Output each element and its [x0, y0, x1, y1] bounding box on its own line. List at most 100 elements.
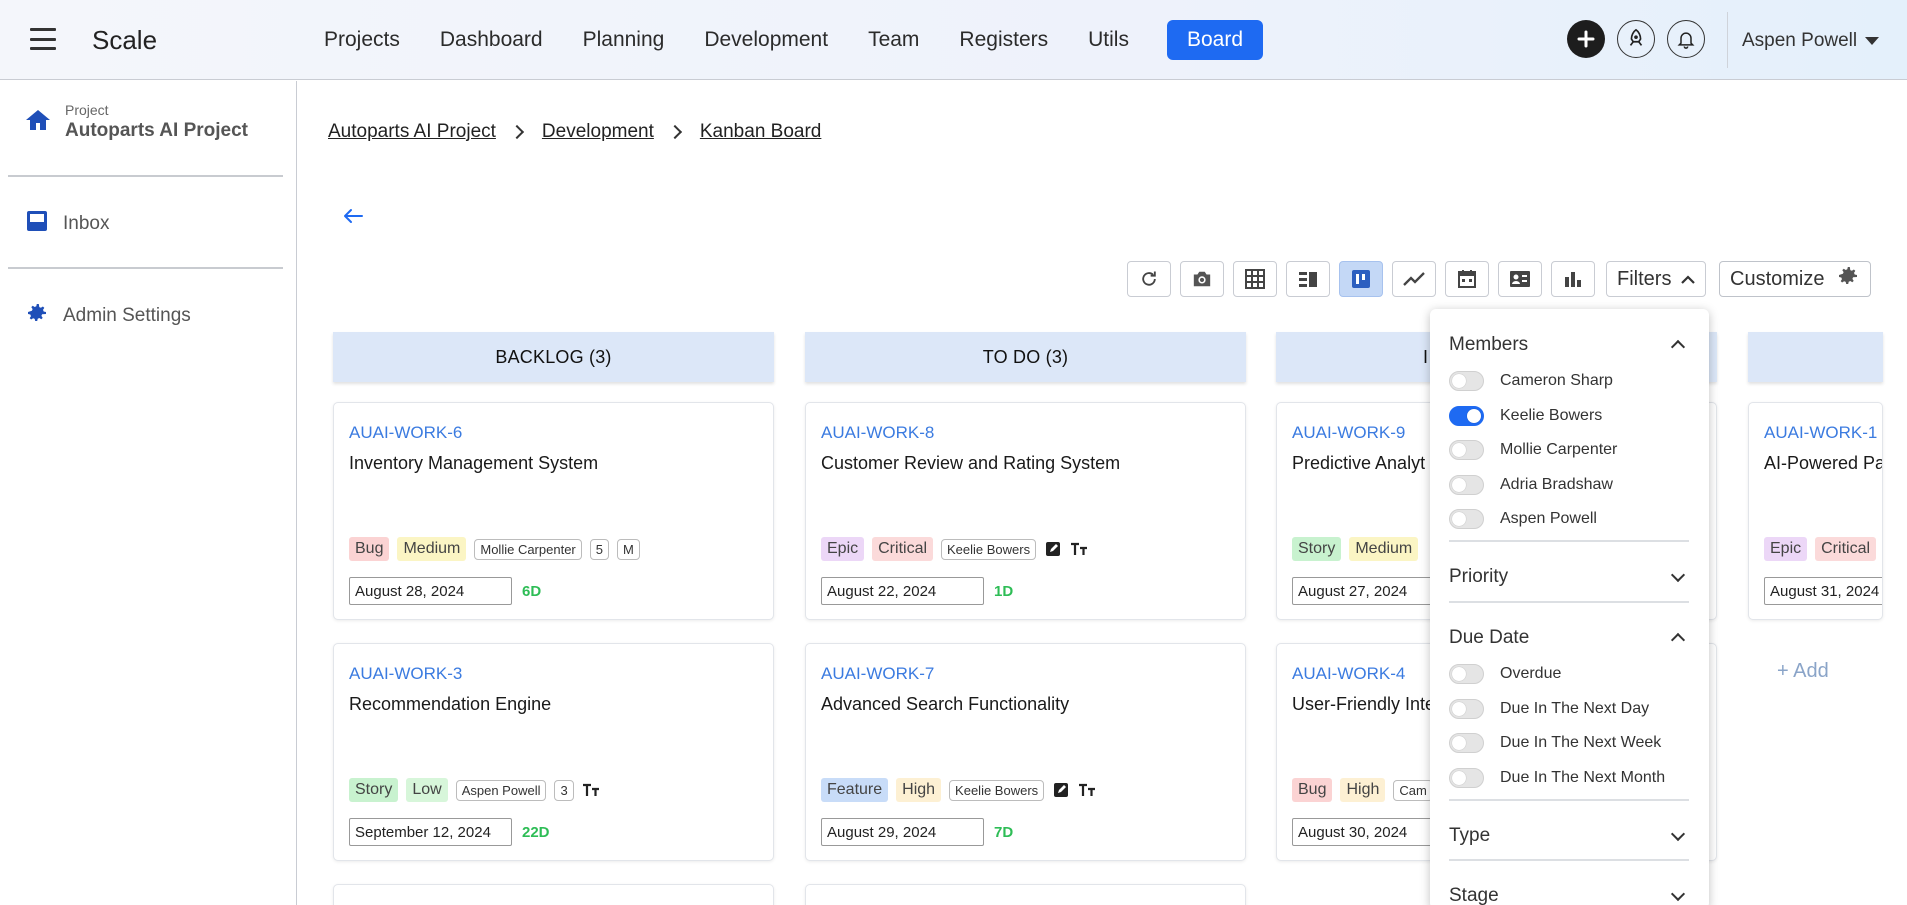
column-header-backlog: BACKLOG (3): [333, 332, 774, 382]
filter-member-option[interactable]: Keelie Bowers: [1449, 399, 1689, 434]
nav-team[interactable]: Team: [848, 20, 939, 60]
brand-name[interactable]: Scale: [92, 25, 157, 56]
card-tags: Story Low Aspen Powell 3: [349, 778, 600, 802]
filter-option-label: Cameron Sharp: [1500, 372, 1613, 390]
nav-planning[interactable]: Planning: [563, 20, 685, 60]
kanban-view-icon[interactable]: [1339, 261, 1383, 297]
grid-view-icon[interactable]: [1233, 261, 1277, 297]
card-key[interactable]: AUAI-WORK-4: [1292, 664, 1405, 684]
kanban-card[interactable]: AUAI-WORK-8 Customer Review and Rating S…: [805, 402, 1246, 620]
breadcrumb-development[interactable]: Development: [542, 121, 654, 143]
card-title: Inventory Management System: [349, 453, 599, 473]
assignee-chip: Keelie Bowers: [949, 779, 1045, 801]
sidebar-project[interactable]: Project Autoparts AI Project: [25, 102, 248, 142]
toggle-switch[interactable]: [1449, 733, 1484, 754]
hamburger-icon[interactable]: [30, 28, 56, 50]
type-tag: Epic: [821, 537, 865, 561]
days-remaining: 22D: [522, 823, 550, 841]
filter-option-label: Overdue: [1500, 665, 1562, 683]
kanban-card[interactable]: AUAI-WORK-7 Advanced Search Functionalit…: [805, 643, 1246, 861]
size-chip: M: [616, 538, 640, 560]
breadcrumb-project[interactable]: Autoparts AI Project: [328, 121, 496, 143]
filter-due-date-header[interactable]: Due Date: [1449, 627, 1689, 649]
filter-due-option[interactable]: Overdue: [1449, 657, 1689, 692]
type-tag: Bug: [1292, 778, 1333, 802]
refresh-icon[interactable]: [1127, 261, 1171, 297]
days-remaining: 1D: [994, 582, 1014, 600]
filter-member-option[interactable]: Cameron Sharp: [1449, 364, 1689, 399]
kanban-card-partial[interactable]: [805, 884, 1246, 905]
card-key[interactable]: AUAI-WORK-9: [1292, 423, 1405, 443]
bar-chart-view-icon[interactable]: [1551, 261, 1595, 297]
toggle-switch[interactable]: [1449, 664, 1484, 685]
nav-board[interactable]: Board: [1166, 20, 1264, 60]
card-key[interactable]: AUAI-WORK-7: [821, 664, 934, 684]
trend-view-icon[interactable]: [1392, 261, 1436, 297]
nav-development[interactable]: Development: [684, 20, 848, 60]
card-key[interactable]: AUAI-WORK-8: [821, 423, 934, 443]
rocket-icon[interactable]: [1617, 20, 1655, 58]
chevron-right-icon: [509, 124, 524, 140]
filter-member-option[interactable]: Aspen Powell: [1449, 502, 1689, 537]
back-arrow-icon[interactable]: [342, 200, 364, 231]
filter-members-header[interactable]: Members: [1449, 334, 1689, 356]
type-tag: Epic: [1764, 537, 1808, 561]
due-date-field[interactable]: August 29, 2024: [821, 818, 984, 846]
card-tags: Epic Critical: [1764, 537, 1877, 561]
project-kicker: Project: [65, 102, 109, 118]
filter-member-option[interactable]: Adria Bradshaw: [1449, 468, 1689, 503]
breadcrumb-kanban-board[interactable]: Kanban Board: [700, 121, 822, 143]
filter-stage-header[interactable]: Stage: [1449, 885, 1689, 905]
chevron-down-icon: [1865, 37, 1880, 45]
priority-tag: Critical: [1815, 537, 1877, 561]
sidebar-item-inbox[interactable]: Inbox: [25, 209, 109, 239]
type-tag: Story: [349, 778, 399, 802]
kanban-card[interactable]: AUAI-WORK-1 AI-Powered Pa Epic Critical …: [1748, 402, 1883, 620]
toggle-switch[interactable]: [1449, 474, 1484, 495]
filter-member-option[interactable]: Mollie Carpenter: [1449, 433, 1689, 468]
kanban-card[interactable]: AUAI-WORK-6 Inventory Management System …: [333, 402, 774, 620]
filter-due-option[interactable]: Due In The Next Week: [1449, 726, 1689, 761]
card-key[interactable]: AUAI-WORK-6: [349, 423, 462, 443]
filter-due-option[interactable]: Due In The Next Month: [1449, 761, 1689, 796]
points-chip: 5: [589, 538, 609, 560]
sidebar-divider: [8, 267, 283, 269]
user-menu[interactable]: Aspen Powell: [1742, 30, 1880, 52]
calendar-view-icon[interactable]: [1445, 261, 1489, 297]
customize-button[interactable]: Customize: [1719, 261, 1872, 297]
toggle-switch[interactable]: [1449, 371, 1484, 392]
priority-tag: Medium: [1349, 537, 1419, 561]
filters-button[interactable]: Filters: [1606, 261, 1707, 297]
nav-projects[interactable]: Projects: [304, 20, 420, 60]
filter-due-option[interactable]: Due In The Next Day: [1449, 692, 1689, 727]
kanban-card[interactable]: AUAI-WORK-3 Recommendation Engine Story …: [333, 643, 774, 861]
kanban-card-partial[interactable]: [333, 884, 774, 905]
top-navbar: Scale Projects Dashboard Planning Develo…: [0, 0, 1907, 80]
due-date-field[interactable]: September 12, 2024: [349, 818, 512, 846]
sidebar-divider: [8, 175, 283, 177]
due-date-field[interactable]: August 28, 2024: [349, 577, 512, 605]
sidebar-item-admin-settings[interactable]: Admin Settings: [25, 301, 191, 331]
add-icon[interactable]: [1567, 20, 1605, 58]
filter-type-header[interactable]: Type: [1449, 825, 1689, 847]
nav-utils[interactable]: Utils: [1068, 20, 1149, 60]
bell-icon[interactable]: [1667, 20, 1705, 58]
days-remaining: 7D: [994, 823, 1014, 841]
filter-priority-header[interactable]: Priority: [1449, 566, 1689, 588]
contact-card-view-icon[interactable]: [1498, 261, 1542, 297]
toggle-switch[interactable]: [1449, 440, 1484, 461]
card-tags: Bug Medium Mollie Carpenter 5 M: [349, 537, 640, 561]
list-view-icon[interactable]: [1286, 261, 1330, 297]
due-date-field[interactable]: August 22, 2024: [821, 577, 984, 605]
camera-icon[interactable]: [1180, 261, 1224, 297]
nav-dashboard[interactable]: Dashboard: [420, 20, 563, 60]
card-key[interactable]: AUAI-WORK-3: [349, 664, 462, 684]
toggle-switch[interactable]: [1449, 509, 1484, 530]
add-card-button[interactable]: + Add: [1777, 660, 1829, 683]
due-date-field[interactable]: August 31, 2024: [1764, 577, 1882, 605]
toggle-switch[interactable]: [1449, 405, 1484, 426]
nav-registers[interactable]: Registers: [939, 20, 1068, 60]
toggle-switch[interactable]: [1449, 767, 1484, 788]
card-key[interactable]: AUAI-WORK-1: [1764, 423, 1877, 443]
toggle-switch[interactable]: [1449, 698, 1484, 719]
